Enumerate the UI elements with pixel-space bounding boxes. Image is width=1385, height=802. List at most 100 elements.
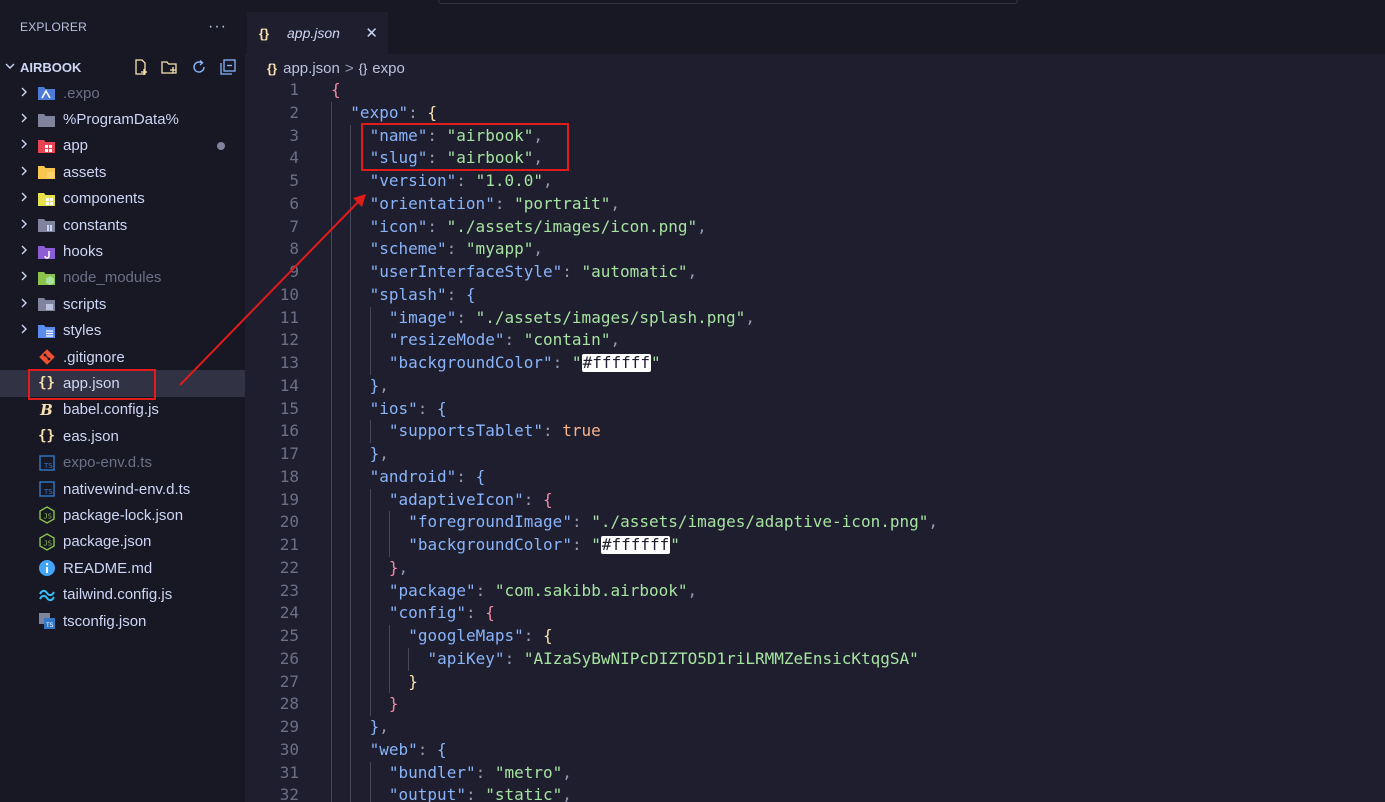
folder-item[interactable]: styles: [0, 318, 245, 344]
file-item[interactable]: {} eas.json: [0, 423, 245, 449]
folder-item[interactable]: node_modules: [0, 265, 245, 291]
project-name[interactable]: AIRBOOK: [20, 60, 81, 75]
chevron-right-icon[interactable]: [18, 112, 30, 127]
code-line[interactable]: 21 "backgroundColor": "#ffffff": [245, 534, 1385, 557]
file-item[interactable]: JS package-lock.json: [0, 502, 245, 528]
tab-app-json[interactable]: {} app.json ✕: [247, 12, 388, 54]
code-line[interactable]: 14},: [245, 374, 1385, 398]
tree-item-label[interactable]: constants: [63, 217, 127, 234]
tree-item-label[interactable]: expo-env.d.ts: [63, 454, 152, 471]
folder-item[interactable]: .expo: [0, 80, 245, 106]
tree-item-label[interactable]: package.json: [63, 533, 151, 550]
tree-item-label[interactable]: hooks: [63, 243, 103, 260]
tree-item-label[interactable]: nativewind-env.d.ts: [63, 481, 190, 498]
code-line[interactable]: 10 "splash": {: [245, 283, 1385, 307]
chevron-right-icon[interactable]: [18, 270, 30, 285]
code-line[interactable]: 2 "expo": {: [245, 101, 1385, 125]
tree-item-label[interactable]: tailwind.config.js: [63, 586, 172, 603]
tree-item-label[interactable]: package-lock.json: [63, 507, 183, 524]
code-line[interactable]: 1{: [245, 79, 1385, 102]
tree-item-label[interactable]: babel.config.js: [63, 401, 159, 418]
tab-label[interactable]: app.json: [287, 25, 340, 41]
indent-guide: [350, 420, 352, 443]
tree-item-label[interactable]: styles: [63, 322, 101, 339]
chevron-down-icon[interactable]: [4, 60, 18, 75]
code-line[interactable]: 11 "image": "./assets/images/splash.png",: [245, 306, 1385, 330]
line-number: 15: [279, 398, 299, 418]
chevron-right-icon[interactable]: [18, 191, 30, 206]
code-line[interactable]: 22},: [245, 556, 1385, 580]
code-line[interactable]: 24 "config": {: [245, 602, 1385, 625]
tree-item-label[interactable]: README.md: [63, 560, 152, 577]
tree-item-label[interactable]: app: [63, 137, 88, 154]
file-item[interactable]: JS package.json: [0, 529, 245, 555]
close-icon[interactable]: ✕: [365, 24, 378, 42]
folder-item[interactable]: hooks: [0, 238, 245, 264]
file-item[interactable]: .gitignore: [0, 344, 245, 370]
code-line[interactable]: 23 "package": "com.sakibb.airbook",: [245, 579, 1385, 603]
tree-item-label[interactable]: scripts: [63, 296, 106, 313]
json-icon: {}: [38, 428, 55, 445]
chevron-right-icon[interactable]: [18, 86, 30, 101]
folder-item[interactable]: constants: [0, 212, 245, 238]
chevron-right-icon[interactable]: [18, 297, 30, 312]
folder-item[interactable]: scripts: [0, 291, 245, 317]
file-item[interactable]: TS tsconfig.json: [0, 608, 245, 634]
tree-item-label[interactable]: eas.json: [63, 428, 119, 445]
code-line[interactable]: 6 "orientation": "portrait",: [245, 192, 1385, 216]
code-line[interactable]: 17},: [245, 443, 1385, 466]
tree-item-label[interactable]: %ProgramData%: [63, 111, 179, 128]
more-actions-icon[interactable]: ···: [208, 18, 227, 36]
collapse-all-icon[interactable]: [218, 58, 237, 77]
code-line[interactable]: 31 "bundler": "metro",: [245, 761, 1385, 785]
refresh-icon[interactable]: [189, 58, 208, 77]
tree-item-label[interactable]: node_modules: [63, 269, 161, 286]
breadcrumb-file[interactable]: app.json: [283, 60, 340, 77]
chevron-right-icon[interactable]: [18, 165, 30, 180]
tree-item-label[interactable]: .expo: [63, 85, 100, 102]
code-line[interactable]: 20 "foregroundImage": "./assets/images/ad…: [245, 511, 1385, 534]
tsconfig-icon: TS: [37, 612, 56, 630]
breadcrumb-symbol[interactable]: expo: [372, 60, 405, 77]
line-number: 25: [279, 626, 299, 645]
code-line[interactable]: 26 "apiKey": "AIzaSyBwNIPcDIZTO5D1riLRMMZ…: [245, 647, 1385, 671]
code-line[interactable]: 32 "output": "static",: [245, 784, 1385, 802]
folder-item[interactable]: components: [0, 186, 245, 212]
tree-item-label[interactable]: tsconfig.json: [63, 613, 146, 630]
code-editor[interactable]: 1{2 "expo": {3 "name": "airbook", 4 "slug": …: [245, 79, 1385, 802]
code-line[interactable]: 30 "web": {: [245, 738, 1385, 762]
new-file-icon[interactable]: [131, 58, 150, 77]
code-line[interactable]: 9 "userInterfaceStyle": "automatic",: [245, 261, 1385, 284]
chevron-right-icon[interactable]: [18, 323, 30, 338]
chevron-right-icon[interactable]: [18, 244, 30, 259]
code-line[interactable]: 29},: [245, 716, 1385, 739]
tree-item-label[interactable]: assets: [63, 164, 106, 181]
code-line[interactable]: 15 "ios": {: [245, 397, 1385, 421]
code-line[interactable]: 12 "resizeMode": "contain",: [245, 329, 1385, 352]
project-root[interactable]: AIRBOOK: [0, 54, 245, 80]
code-line[interactable]: 28}: [245, 693, 1385, 716]
code-line[interactable]: 19 "adaptiveIcon": {: [245, 488, 1385, 512]
tree-item-label[interactable]: .gitignore: [63, 349, 125, 366]
tree-item-label[interactable]: components: [63, 190, 145, 207]
folder-item[interactable]: app: [0, 133, 245, 159]
file-item[interactable]: TS expo-env.d.ts: [0, 449, 245, 475]
code-line[interactable]: 16 "supportsTablet": true: [245, 420, 1385, 443]
new-folder-icon[interactable]: [160, 58, 179, 77]
file-item[interactable]: README.md: [0, 555, 245, 581]
folder-item[interactable]: %ProgramData%: [0, 106, 245, 132]
code-line[interactable]: 8 "scheme": "myapp",: [245, 238, 1385, 261]
chevron-right-icon[interactable]: [18, 218, 30, 233]
file-item[interactable]: tailwind.config.js: [0, 581, 245, 607]
code-line[interactable]: 18 "android": {: [245, 465, 1385, 489]
file-item[interactable]: Bbabel.config.js: [0, 397, 245, 423]
chevron-right-icon[interactable]: [18, 138, 30, 153]
folder-item[interactable]: assets: [0, 159, 245, 185]
code-line[interactable]: 7 "icon": "./assets/images/icon.png",: [245, 215, 1385, 239]
code-line[interactable]: 27}: [245, 670, 1385, 694]
code-line[interactable]: 25 "googleMaps": {: [245, 625, 1385, 648]
command-center[interactable]: [438, 0, 1018, 4]
file-item[interactable]: TS nativewind-env.d.ts: [0, 476, 245, 502]
code-line[interactable]: 5 "version": "1.0.0",: [245, 170, 1385, 193]
code-line[interactable]: 13 "backgroundColor": "#ffffff": [245, 352, 1385, 375]
